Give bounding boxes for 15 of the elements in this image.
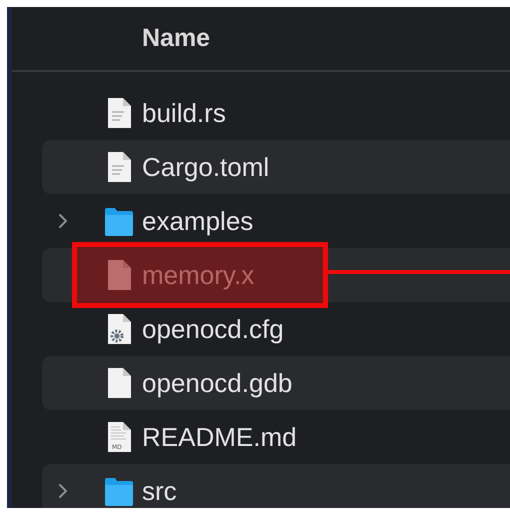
chevron-right-icon[interactable] [58,213,68,229]
file-name[interactable]: Cargo.toml [142,152,270,182]
file-name[interactable]: examples [142,206,254,236]
chevron-right-icon[interactable] [58,483,68,499]
folder-icon [104,475,134,507]
column-header[interactable]: Name [142,24,210,53]
file-name[interactable]: build.rs [142,98,226,128]
file-name[interactable]: openocd.gdb [142,368,292,398]
folder-icon [104,205,134,237]
file-row[interactable]: Cargo.toml [42,140,510,194]
file-name[interactable]: src [142,476,177,506]
file-name[interactable]: README.md [142,422,297,452]
file-row[interactable]: openocd.gdb [42,356,510,410]
file-row[interactable]: src [42,464,510,508]
file-name[interactable]: openocd.cfg [142,314,284,344]
